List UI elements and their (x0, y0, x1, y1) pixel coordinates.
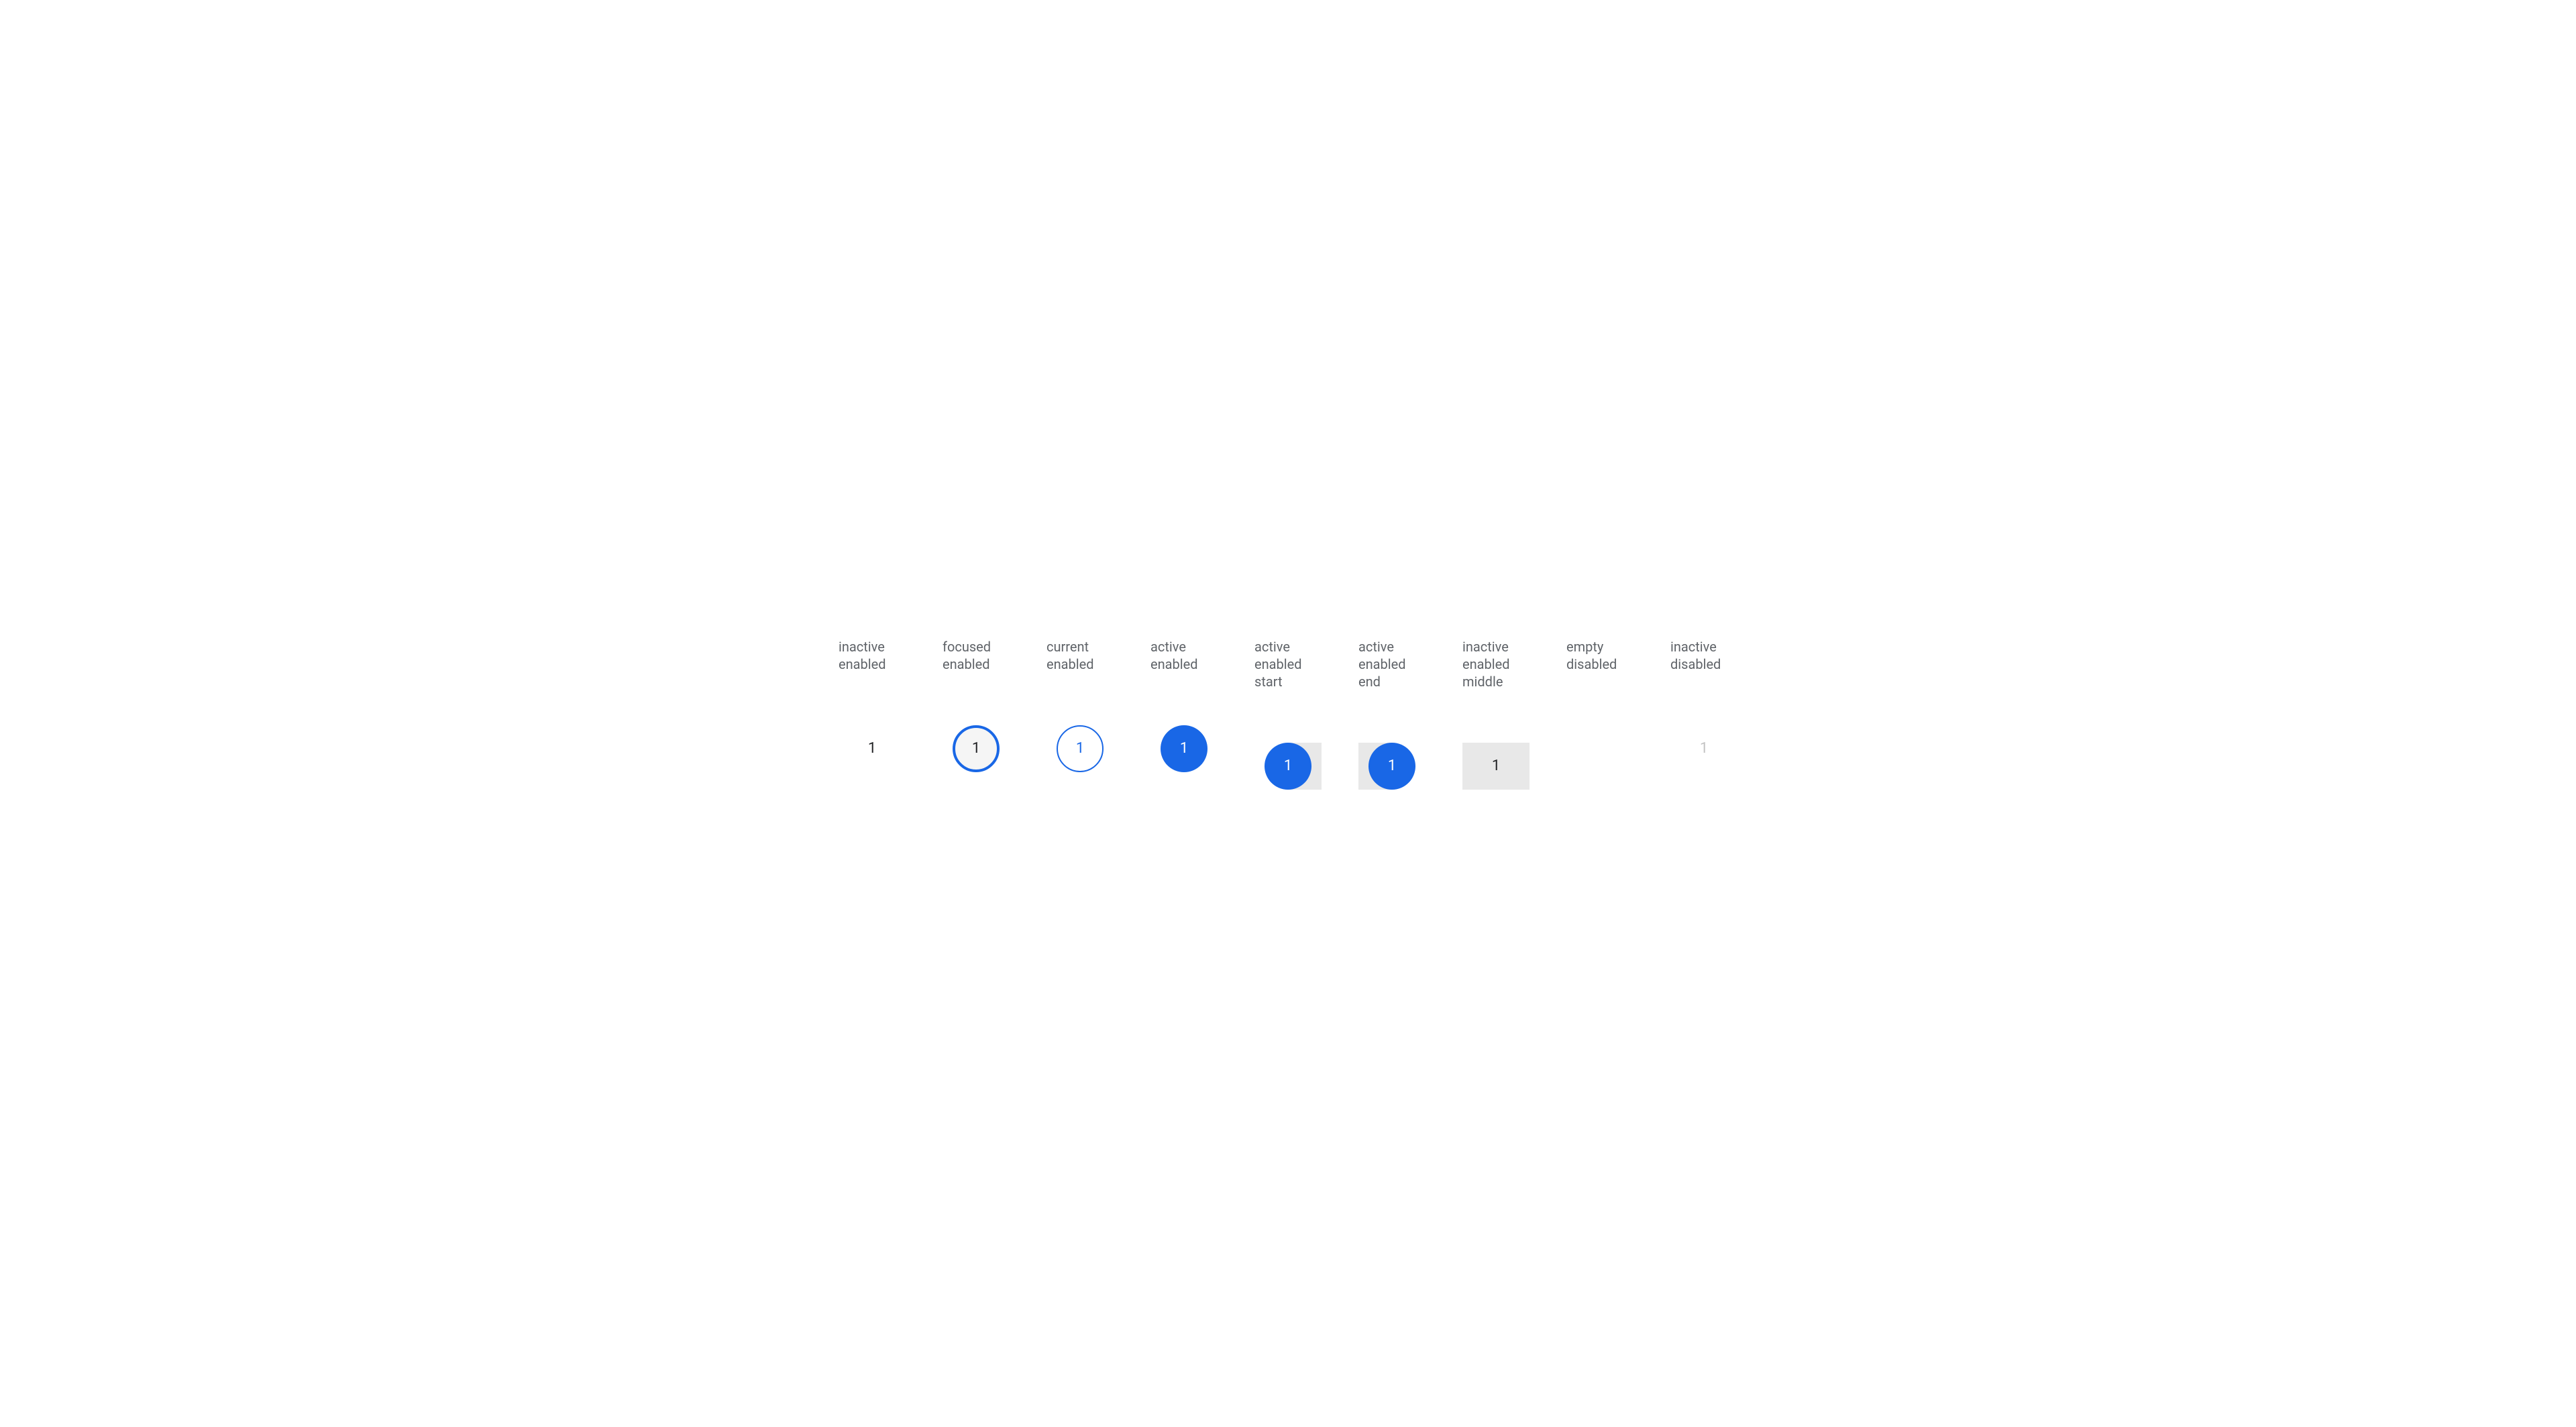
state-column-inactive-enabled: inactive enabled 1 (839, 638, 906, 790)
day-cell-wrapper: 1 (1670, 725, 1737, 772)
day-cell-wrapper (1566, 725, 1633, 772)
state-label: current enabled (1046, 638, 1094, 673)
day-cell-inactive-enabled[interactable]: 1 (849, 725, 896, 772)
state-column-empty-disabled: empty disabled (1566, 638, 1633, 790)
day-cell-inactive-enabled-middle-middle[interactable]: 1 (1472, 743, 1519, 790)
state-label: empty disabled (1566, 638, 1617, 673)
day-cell-active-enabled-start[interactable]: 1 (1265, 743, 1311, 790)
day-cell-active-enabled[interactable]: 1 (1161, 725, 1208, 772)
state-column-active-enabled-start: active enabled start 1 (1254, 638, 1322, 790)
state-column-inactive-disabled: inactive disabled 1 (1670, 638, 1737, 790)
state-column-current-enabled: current enabled 1 (1046, 638, 1114, 790)
state-label: inactive disabled (1670, 638, 1721, 673)
state-label: focused enabled (943, 638, 991, 673)
state-label: inactive enabled middle (1462, 638, 1510, 690)
day-cell-wrapper: 1 (1046, 725, 1114, 772)
state-column-focused-enabled: focused enabled 1 (943, 638, 1010, 790)
state-label: active enabled (1150, 638, 1198, 673)
day-cell-current-enabled[interactable]: 1 (1057, 725, 1104, 772)
state-column-active-enabled-end: active enabled end 1 (1358, 638, 1426, 790)
day-cell-wrapper: 1 (1462, 743, 1529, 790)
state-label: active enabled end (1358, 638, 1406, 690)
day-cell-wrapper: 1 (1150, 725, 1218, 772)
state-column-inactive-enabled-middle-middle: inactive enabled middle 1 (1462, 638, 1529, 790)
state-column-active-enabled: active enabled 1 (1150, 638, 1218, 790)
day-states-showcase: inactive enabled1focused enabled1current… (812, 638, 1764, 790)
state-label: active enabled start (1254, 638, 1302, 690)
state-label: inactive enabled (839, 638, 886, 673)
day-cell-inactive-disabled: 1 (1680, 725, 1727, 772)
day-cell-active-enabled-end[interactable]: 1 (1368, 743, 1415, 790)
day-cell-wrapper: 1 (1358, 743, 1426, 790)
day-cell-wrapper: 1 (943, 725, 1010, 772)
day-cell-focused-enabled[interactable]: 1 (953, 725, 1000, 772)
day-cell-wrapper: 1 (839, 725, 906, 772)
day-cell-wrapper: 1 (1254, 743, 1322, 790)
